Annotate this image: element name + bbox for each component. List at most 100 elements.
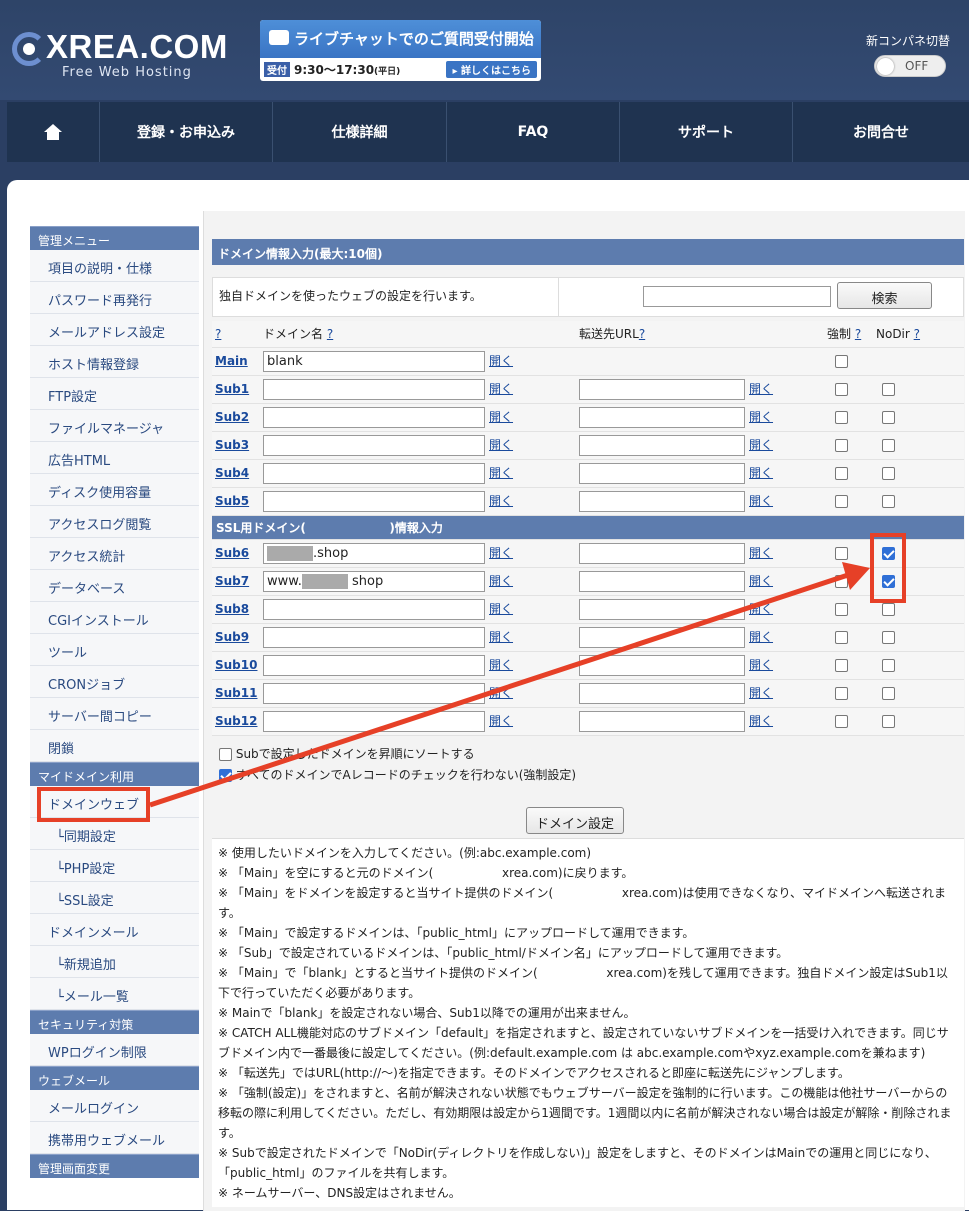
help-link[interactable]: ? <box>215 327 221 341</box>
row-label-sub11[interactable]: Sub11 <box>212 686 257 700</box>
force-help-link[interactable]: ? <box>855 327 861 341</box>
row-label-sub7[interactable]: Sub7 <box>212 574 249 588</box>
force-checkbox[interactable] <box>835 687 848 700</box>
a-record-checkbox-checked[interactable] <box>219 769 232 782</box>
open-link[interactable]: 開く <box>489 602 513 616</box>
forward-help-link[interactable]: ? <box>639 327 645 341</box>
open-link[interactable]: 開く <box>489 382 513 396</box>
force-checkbox[interactable] <box>835 547 848 560</box>
open-link[interactable]: 開く <box>489 438 513 452</box>
sidebar-item-password[interactable]: パスワード再発行 <box>30 282 199 314</box>
row-label-sub12[interactable]: Sub12 <box>212 714 257 728</box>
open-link[interactable]: 開く <box>749 382 773 396</box>
domain-input-sub11[interactable] <box>263 682 485 704</box>
domain-input-sub7[interactable]: www. shop <box>263 570 485 592</box>
sidebar-item-php[interactable]: └PHP設定 <box>30 850 199 882</box>
domain-input-sub3[interactable] <box>263 434 485 456</box>
force-checkbox[interactable] <box>835 411 848 424</box>
sidebar-item-cgi-install[interactable]: CGIインストール <box>30 602 199 634</box>
nodir-checkbox[interactable] <box>882 439 895 452</box>
nav-support[interactable]: サポート <box>620 102 793 162</box>
open-link[interactable]: 開く <box>489 466 513 480</box>
force-checkbox[interactable] <box>835 383 848 396</box>
search-input[interactable] <box>643 286 831 307</box>
force-checkbox[interactable] <box>835 603 848 616</box>
open-link[interactable]: 開く <box>489 546 513 560</box>
sidebar-item-mail-list[interactable]: └メール一覧 <box>30 978 199 1010</box>
force-checkbox[interactable] <box>835 355 848 368</box>
open-link[interactable]: 開く <box>749 410 773 424</box>
forward-input[interactable] <box>579 570 745 592</box>
sidebar-item-mail-login[interactable]: メールログイン <box>30 1090 199 1122</box>
open-link[interactable]: 開く <box>749 714 773 728</box>
nodir-help-link[interactable]: ? <box>914 327 920 341</box>
forward-input[interactable] <box>579 598 745 620</box>
forward-input[interactable] <box>579 682 745 704</box>
nodir-checkbox[interactable] <box>882 467 895 480</box>
forward-input[interactable] <box>579 710 745 732</box>
row-label-main[interactable]: Main <box>212 354 248 368</box>
force-checkbox[interactable] <box>835 715 848 728</box>
force-checkbox[interactable] <box>835 631 848 644</box>
row-label-sub3[interactable]: Sub3 <box>212 438 249 452</box>
open-link[interactable]: 開く <box>489 354 513 368</box>
open-link[interactable]: 開く <box>749 546 773 560</box>
open-link[interactable]: 開く <box>749 466 773 480</box>
banner-more-button[interactable]: ▸ 詳しくはこちら <box>446 61 537 78</box>
domain-input-sub2[interactable] <box>263 406 485 428</box>
sidebar-item-cron[interactable]: CRONジョブ <box>30 666 199 698</box>
domain-input-sub10[interactable] <box>263 654 485 676</box>
nodir-checkbox[interactable] <box>882 687 895 700</box>
forward-input[interactable] <box>579 434 745 456</box>
nodir-checkbox[interactable] <box>882 631 895 644</box>
forward-input[interactable] <box>579 406 745 428</box>
sidebar-item-domain-mail[interactable]: ドメインメール <box>30 914 199 946</box>
sidebar-item-file-manager[interactable]: ファイルマネージャ <box>30 410 199 442</box>
open-link[interactable]: 開く <box>489 494 513 508</box>
xrea-logo[interactable]: XREA.COM Free Web Hosting <box>10 28 230 82</box>
forward-input[interactable] <box>579 490 745 512</box>
sidebar-item-host-info[interactable]: ホスト情報登録 <box>30 346 199 378</box>
open-link[interactable]: 開く <box>749 630 773 644</box>
sidebar-item-access-log[interactable]: アクセスログ閲覧 <box>30 506 199 538</box>
open-link[interactable]: 開く <box>749 438 773 452</box>
row-label-sub4[interactable]: Sub4 <box>212 466 249 480</box>
open-link[interactable]: 開く <box>489 410 513 424</box>
sidebar-item-database[interactable]: データベース <box>30 570 199 602</box>
forward-input[interactable] <box>579 626 745 648</box>
nodir-checkbox[interactable] <box>882 715 895 728</box>
search-button[interactable]: 検索 <box>837 282 932 309</box>
forward-input[interactable] <box>579 378 745 400</box>
domain-input-sub9[interactable] <box>263 626 485 648</box>
open-link[interactable]: 開く <box>749 494 773 508</box>
sidebar-item-mail-address[interactable]: メールアドレス設定 <box>30 314 199 346</box>
domain-input-sub12[interactable] <box>263 710 485 732</box>
domain-input-main[interactable]: blank <box>263 350 485 372</box>
nodir-checkbox[interactable] <box>882 383 895 396</box>
domain-input-sub5[interactable] <box>263 490 485 512</box>
sidebar-item-access-stats[interactable]: アクセス統計 <box>30 538 199 570</box>
open-link[interactable]: 開く <box>749 574 773 588</box>
domain-input-sub4[interactable] <box>263 462 485 484</box>
nav-signup[interactable]: 登録・お申込み <box>100 102 273 162</box>
sidebar-item-sync[interactable]: └同期設定 <box>30 818 199 850</box>
live-chat-banner[interactable]: ライブチャットでのご質問受付開始 受付 9:30〜17:30(平日) ▸ 詳しくは… <box>260 20 541 81</box>
sort-checkbox[interactable] <box>219 748 232 761</box>
row-label-sub8[interactable]: Sub8 <box>212 602 249 616</box>
nodir-checkbox[interactable] <box>882 603 895 616</box>
forward-input[interactable] <box>579 542 745 564</box>
sidebar-item-mobile-webmail[interactable]: 携帯用ウェブメール <box>30 1122 199 1154</box>
sidebar-item-server-copy[interactable]: サーバー間コピー <box>30 698 199 730</box>
open-link[interactable]: 開く <box>489 686 513 700</box>
sidebar-item-ssl[interactable]: └SSL設定 <box>30 882 199 914</box>
sidebar-item-new-mail[interactable]: └新規追加 <box>30 946 199 978</box>
sidebar-item-close[interactable]: 閉鎖 <box>30 730 199 762</box>
nodir-checkbox[interactable] <box>882 495 895 508</box>
domain-help-link[interactable]: ? <box>327 327 333 341</box>
sidebar-item-disk-usage[interactable]: ディスク使用容量 <box>30 474 199 506</box>
open-link[interactable]: 開く <box>749 658 773 672</box>
open-link[interactable]: 開く <box>489 658 513 672</box>
row-label-sub5[interactable]: Sub5 <box>212 494 249 508</box>
nav-faq[interactable]: FAQ <box>447 102 620 162</box>
sidebar-item-wp-login[interactable]: WPログイン制限 <box>30 1034 199 1066</box>
